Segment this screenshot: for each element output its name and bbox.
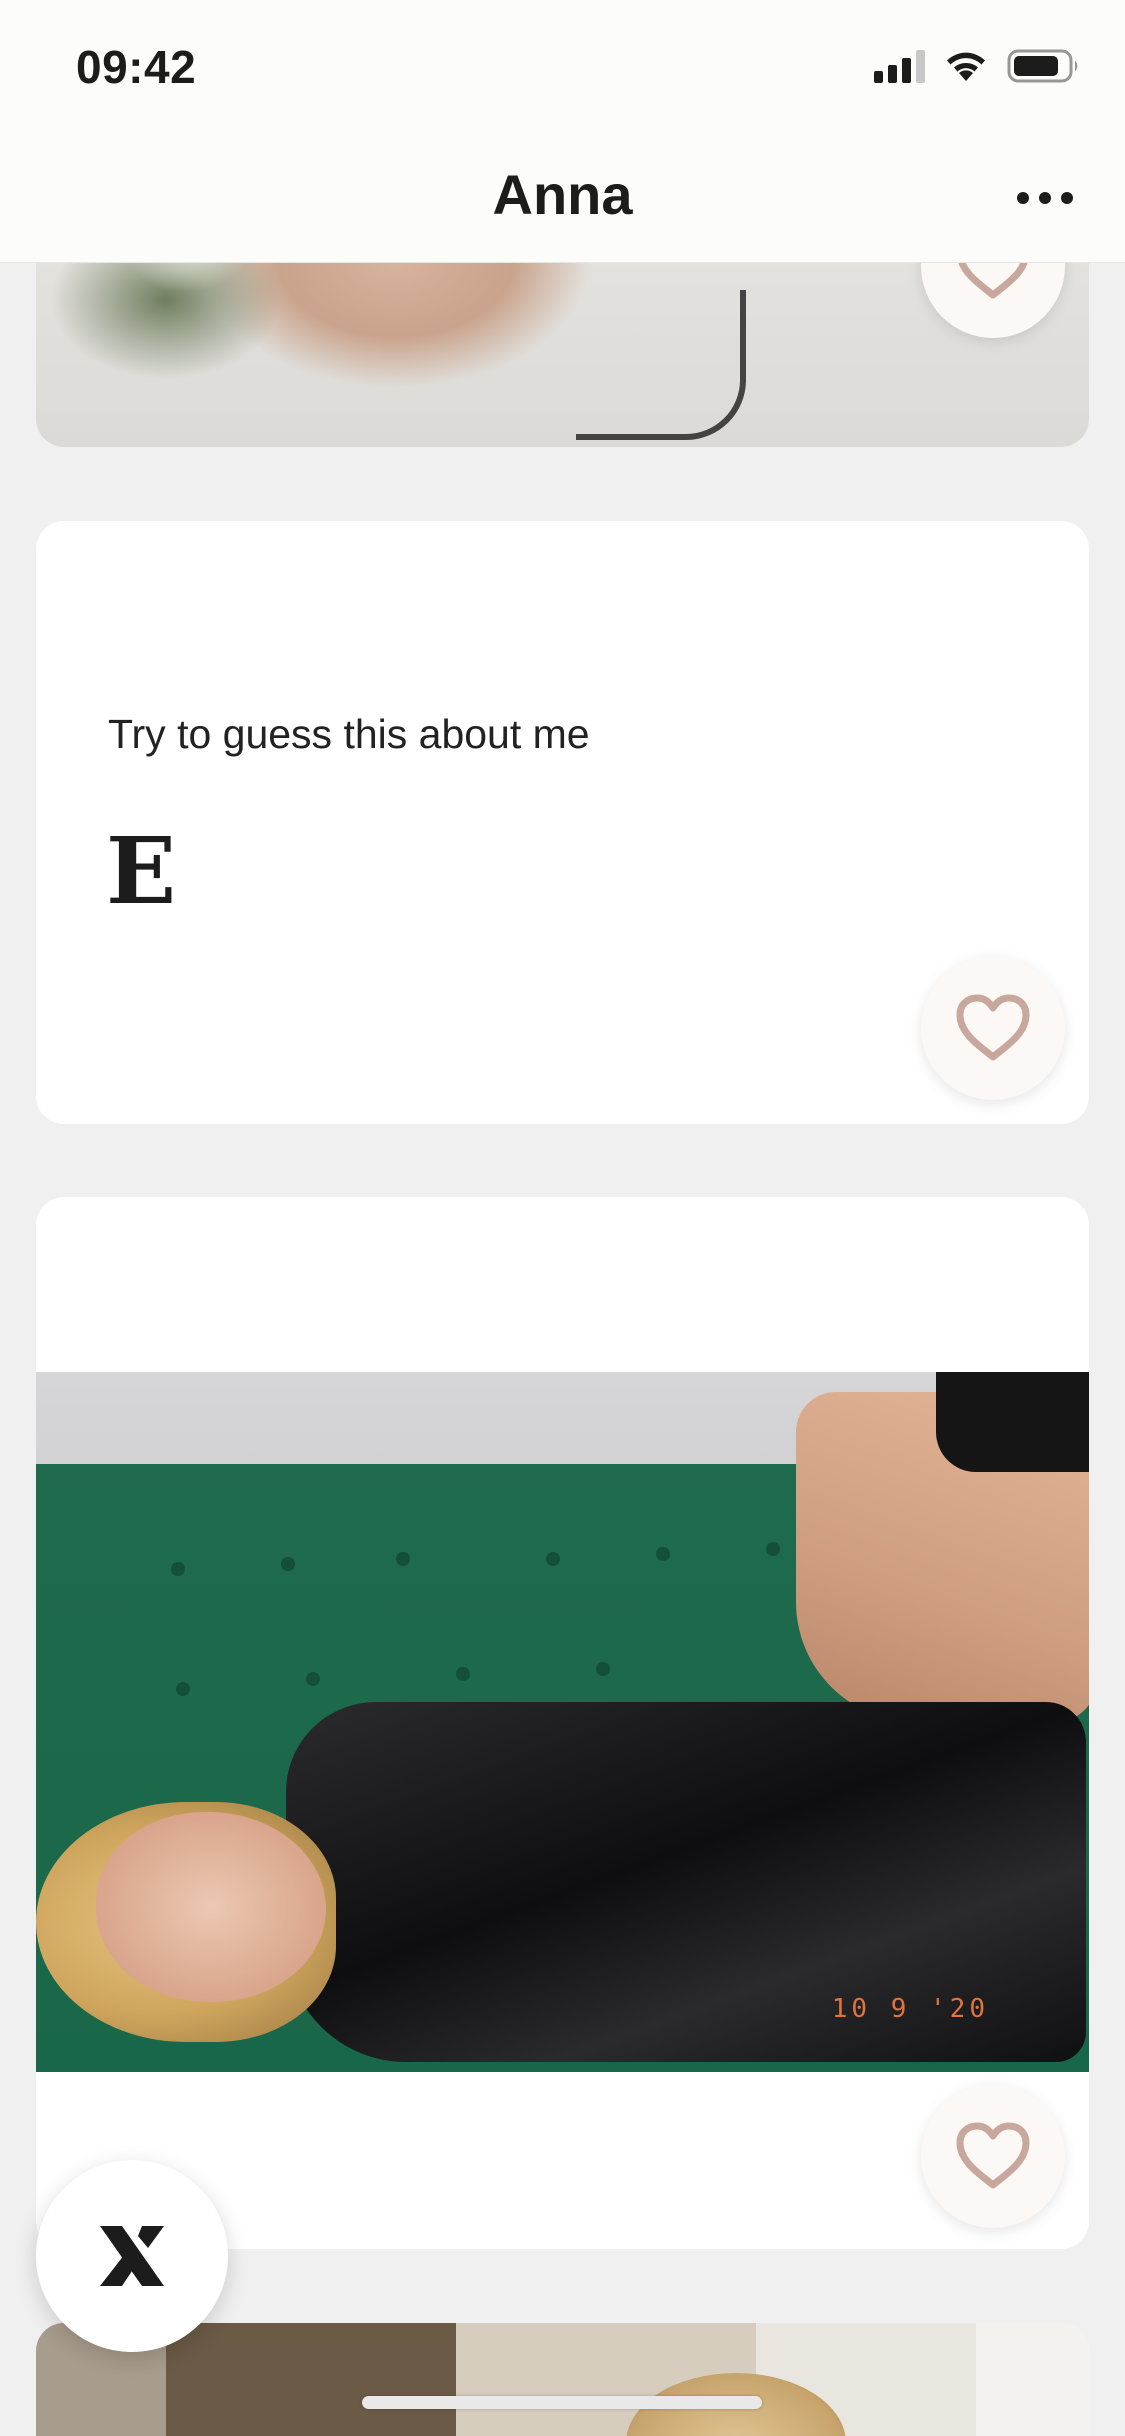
profile-photo-card <box>36 2323 1089 2436</box>
like-prompt-button[interactable] <box>921 956 1065 1100</box>
home-indicator <box>362 2396 762 2409</box>
prompt-question: Try to guess this about me <box>108 711 590 757</box>
more-options-button[interactable] <box>1001 170 1089 226</box>
profile-screen: Try to guess this about me E 10 9 '20 09… <box>0 0 1125 2436</box>
pass-button[interactable] <box>36 2160 228 2352</box>
profile-photo <box>36 2323 1089 2436</box>
heart-outline-icon <box>956 2122 1030 2189</box>
battery-icon <box>1007 49 1078 83</box>
more-horizontal-icon <box>1017 192 1029 204</box>
status-time: 09:42 <box>76 41 197 93</box>
cellular-signal-icon <box>874 49 925 83</box>
status-icons <box>874 48 1081 84</box>
profile-photo: 10 9 '20 <box>36 1372 1089 2072</box>
profile-photo-card: 10 9 '20 <box>36 1197 1089 2249</box>
top-bar: 09:42 Anna <box>0 0 1125 263</box>
like-photo-button[interactable] <box>921 2084 1065 2228</box>
profile-name-title: Anna <box>492 163 633 226</box>
prompt-card: Try to guess this about me E <box>36 521 1089 1124</box>
photo-date-stamp: 10 9 '20 <box>831 1994 989 2024</box>
prompt-answer: E <box>106 817 177 925</box>
wifi-icon <box>947 52 985 81</box>
close-x-icon <box>100 2226 164 2286</box>
heart-outline-icon <box>956 994 1030 1061</box>
